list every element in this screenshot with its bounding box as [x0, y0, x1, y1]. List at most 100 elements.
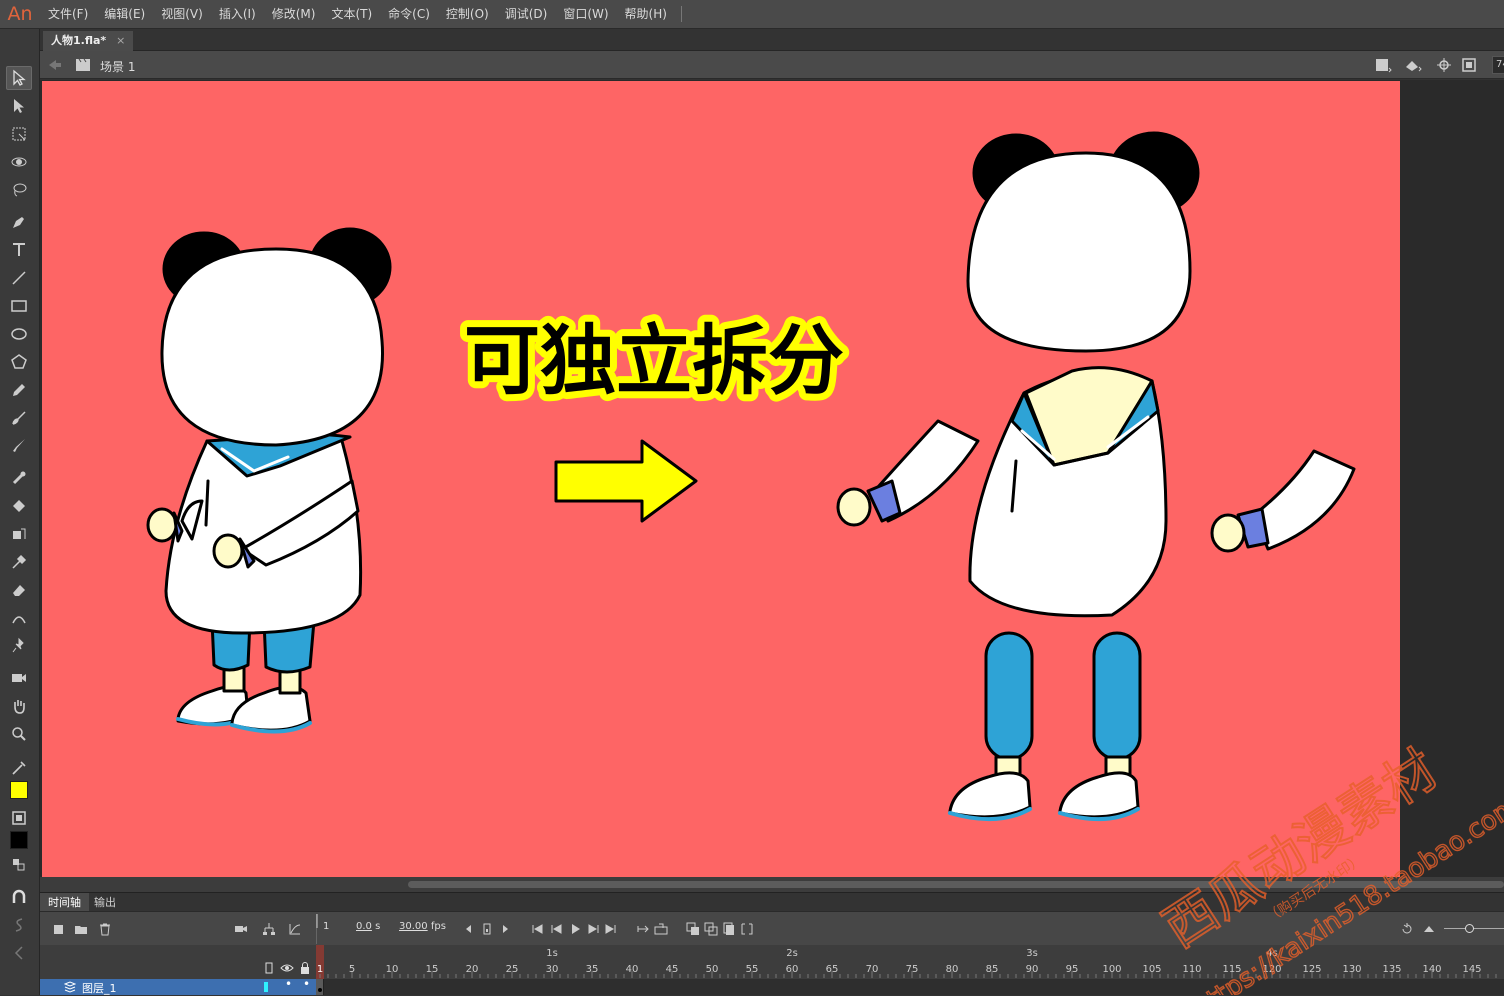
paint-brush-tool-icon[interactable] [6, 406, 32, 430]
eyedropper-tool-icon[interactable] [6, 550, 32, 574]
camera-tool-icon[interactable] [6, 666, 32, 690]
layer-parenting-icon[interactable] [262, 922, 276, 936]
edit-scene-icon[interactable] [1374, 57, 1392, 73]
current-time[interactable]: 0.0 s [356, 921, 380, 932]
pencil-tool-icon[interactable] [6, 378, 32, 402]
frame-rate[interactable]: 30.00 fps [399, 921, 446, 932]
go-to-last-frame-icon[interactable] [604, 922, 618, 936]
brush-tool-icon[interactable] [6, 434, 32, 458]
next-keyframe-icon[interactable] [498, 922, 512, 936]
hand-tool-icon[interactable] [6, 694, 32, 718]
subselection-tool-icon[interactable] [6, 94, 32, 118]
onion-skin-icon[interactable] [686, 922, 700, 936]
new-folder-icon[interactable] [74, 922, 88, 936]
paint-bucket-tool-icon[interactable] [6, 494, 32, 518]
layer-frames[interactable] [316, 979, 1504, 995]
current-frame[interactable]: 1 [323, 921, 329, 932]
back-arrow-icon[interactable] [46, 57, 64, 73]
timeline-zoom-knob[interactable] [1465, 924, 1474, 933]
highlight-layer-icon[interactable] [262, 961, 276, 975]
close-tab-icon[interactable]: × [116, 34, 125, 47]
graph-icon[interactable] [288, 922, 302, 936]
part-left-leg[interactable] [948, 631, 1034, 822]
scrollbar-thumb[interactable] [408, 881, 1504, 888]
edit-symbols-icon[interactable] [1404, 57, 1422, 73]
new-layer-icon[interactable] [52, 922, 66, 936]
modify-markers-icon[interactable] [740, 922, 754, 936]
stroke-color-icon[interactable] [6, 756, 32, 780]
fill-color-icon[interactable] [6, 806, 32, 830]
delete-layer-icon[interactable] [98, 922, 112, 936]
oval-tool-icon[interactable] [6, 322, 32, 346]
step-forward-icon[interactable] [586, 922, 600, 936]
menu-text[interactable]: 文本(T) [323, 0, 380, 29]
layer-name[interactable]: 图层_1 [82, 980, 117, 996]
fill-color-swatch[interactable] [10, 831, 28, 849]
frame-view-options-icon[interactable] [1422, 922, 1436, 936]
layer-row[interactable]: 图层_1 • • [40, 977, 316, 996]
lock-icon[interactable] [298, 961, 312, 975]
pin-tool-icon[interactable] [6, 634, 32, 658]
separated-parts[interactable] [836, 131, 1356, 822]
stage-horizontal-scrollbar[interactable] [40, 877, 1504, 892]
onion-skin-outlines-icon[interactable] [704, 922, 718, 936]
menu-window[interactable]: 窗口(W) [555, 0, 616, 29]
edit-multiple-frames-icon[interactable] [722, 922, 736, 936]
play-icon[interactable] [568, 922, 582, 936]
menu-insert[interactable]: 插入(I) [211, 0, 264, 29]
layer-color-indicator[interactable] [264, 982, 268, 992]
camera-layer-icon[interactable] [234, 922, 248, 936]
line-tool-icon[interactable] [6, 266, 32, 290]
loop-range-icon[interactable] [654, 922, 668, 936]
scene-name[interactable]: 场景 1 [100, 58, 135, 75]
step-back-icon[interactable] [550, 922, 564, 936]
tab-timeline[interactable]: 时间轴 [40, 893, 89, 912]
tab-output[interactable]: 输出 [86, 893, 124, 912]
menu-debug[interactable]: 调试(D) [497, 0, 556, 29]
document-tab[interactable]: 人物1.fla* × [43, 31, 134, 51]
3d-rotation-tool-icon[interactable] [6, 150, 32, 174]
timeline-zoom-slider[interactable] [1444, 928, 1504, 929]
rectangle-tool-icon[interactable] [6, 294, 32, 318]
frame-ruler[interactable]: 1 5 10 15 20 25 30 35 40 45 50 55 60 65 70 75 80 85 90 95 10… [316, 945, 1504, 979]
visibility-dot-icon[interactable]: • [285, 977, 292, 991]
previous-keyframe-icon[interactable] [462, 922, 476, 936]
menu-control[interactable]: 控制(O) [438, 0, 497, 29]
lasso-tool-icon[interactable] [6, 178, 32, 202]
bone-tool-icon[interactable] [6, 466, 32, 490]
free-transform-tool-icon[interactable] [6, 122, 32, 146]
straighten-icon[interactable] [6, 941, 32, 965]
part-left-arm[interactable] [836, 419, 980, 527]
visibility-eye-icon[interactable] [280, 961, 294, 975]
center-stage-icon[interactable] [1435, 57, 1453, 73]
part-right-leg[interactable] [1058, 631, 1142, 822]
keyframe[interactable] [316, 979, 324, 995]
selection-tool-icon[interactable] [6, 66, 32, 90]
go-to-first-frame-icon[interactable] [530, 922, 544, 936]
stage[interactable]: 可独立拆分 可独立拆分 [42, 81, 1400, 877]
asset-warp-tool-icon[interactable] [6, 522, 32, 546]
text-tool-icon[interactable] [6, 238, 32, 262]
loop-icon[interactable] [636, 922, 650, 936]
menu-help[interactable]: 帮助(H) [617, 0, 675, 29]
part-torso[interactable] [968, 366, 1168, 618]
menu-file[interactable]: 文件(F) [40, 0, 96, 29]
menu-commands[interactable]: 命令(C) [380, 0, 438, 29]
part-right-arm[interactable] [1210, 449, 1356, 553]
width-tool-icon[interactable] [6, 606, 32, 630]
part-head[interactable] [966, 131, 1200, 353]
stroke-color-swatch[interactable] [10, 781, 28, 799]
zoom-tool-icon[interactable] [6, 722, 32, 746]
insert-keyframe-icon[interactable] [480, 922, 494, 936]
polystar-tool-icon[interactable] [6, 350, 32, 374]
lock-dot-icon[interactable]: • [303, 977, 310, 991]
snap-magnet-icon[interactable] [6, 885, 32, 909]
eraser-tool-icon[interactable] [6, 578, 32, 602]
menu-view[interactable]: 视图(V) [153, 0, 211, 29]
menu-modify[interactable]: 修改(M) [264, 0, 324, 29]
clip-content-icon[interactable] [1460, 57, 1478, 73]
smooth-icon[interactable] [6, 913, 32, 937]
menu-edit[interactable]: 编辑(E) [96, 0, 153, 29]
swap-colors-icon[interactable] [6, 853, 32, 877]
pen-tool-icon[interactable] [6, 210, 32, 234]
